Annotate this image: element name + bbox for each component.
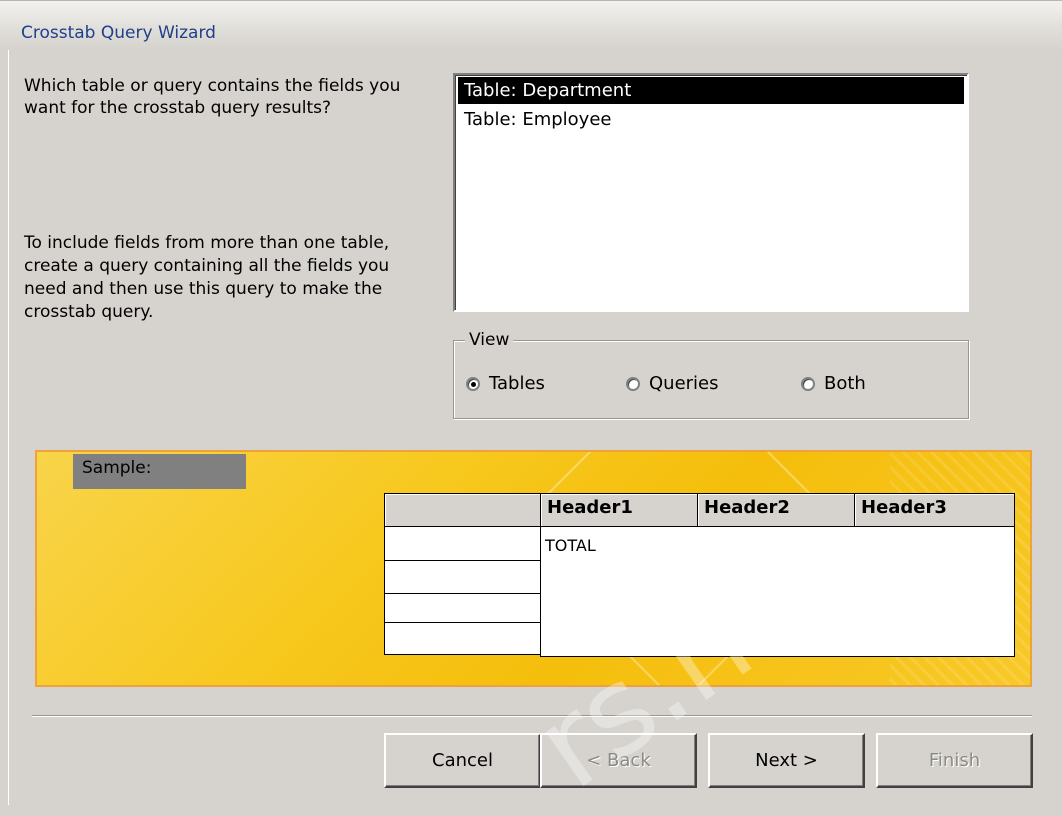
list-item-employee[interactable]: Table: Employee: [458, 106, 964, 133]
total-cell-text: TOTAL: [545, 536, 596, 555]
title-bar: Crosstab Query Wizard: [0, 0, 1062, 50]
hint-text: To include fields from more than one tab…: [24, 233, 390, 322]
view-group-label: View: [465, 330, 514, 350]
table-query-listbox[interactable]: Table: Department Table: Employee: [453, 73, 969, 312]
radio-tables-label: Tables: [489, 373, 545, 394]
radio-both-label: Both: [824, 373, 866, 394]
list-item-department[interactable]: Table: Department: [458, 77, 964, 104]
radio-both[interactable]: Both: [801, 373, 866, 394]
row-header-cell: [384, 560, 541, 594]
cancel-button[interactable]: Cancel: [384, 733, 541, 788]
separator-line: [32, 715, 1032, 717]
sample-label: Sample:: [73, 454, 246, 489]
row-header-cell: [384, 622, 541, 655]
column-header-2: Header2: [697, 493, 855, 527]
column-header-3: Header3: [854, 493, 1015, 527]
finish-button[interactable]: Finish: [876, 733, 1033, 788]
sample-body-area: [540, 526, 1015, 657]
radio-queries-label: Queries: [649, 373, 719, 394]
radio-queries[interactable]: Queries: [626, 373, 719, 394]
column-header-1: Header1: [540, 493, 698, 527]
radio-tables[interactable]: Tables: [466, 373, 545, 394]
next-button[interactable]: Next >: [708, 733, 865, 788]
back-button[interactable]: < Back: [540, 733, 697, 788]
row-header-cell: [384, 593, 541, 623]
radio-unselected-icon: [801, 376, 815, 391]
radio-selected-icon: [466, 376, 480, 391]
window-title: Crosstab Query Wizard: [21, 23, 216, 43]
corner-header-cell: [384, 493, 541, 527]
row-header-cell: [384, 526, 541, 561]
question-text: Which table or query contains the fields…: [24, 76, 401, 118]
radio-unselected-icon: [626, 376, 640, 391]
